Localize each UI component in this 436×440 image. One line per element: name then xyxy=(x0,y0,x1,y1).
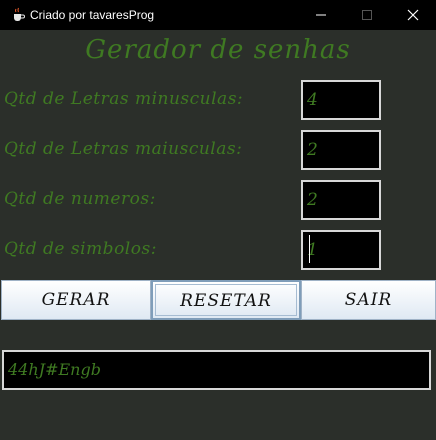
page-title: Gerador de senhas xyxy=(85,35,351,65)
exit-button[interactable]: SAIR xyxy=(301,280,436,320)
numbers-count-input[interactable]: 2 xyxy=(301,180,381,220)
symbols-label: Qtd de simbolos: xyxy=(4,239,157,259)
minimize-icon xyxy=(316,14,326,16)
text-caret xyxy=(309,235,310,263)
lowercase-label: Qtd de Letras minusculas: xyxy=(4,89,244,109)
symbols-count-input[interactable]: 1 xyxy=(301,230,381,270)
reset-button[interactable]: RESETAR xyxy=(151,280,301,320)
generate-button[interactable]: GERAR xyxy=(1,280,151,320)
window-title: Criado por tavaresProg xyxy=(30,8,155,22)
lowercase-count-input[interactable]: 4 xyxy=(301,80,381,120)
close-icon xyxy=(407,9,419,21)
maximize-button[interactable] xyxy=(344,0,390,30)
numbers-label: Qtd de numeros: xyxy=(4,189,156,209)
uppercase-label: Qtd de Letras maiusculas: xyxy=(4,139,243,159)
close-button[interactable] xyxy=(390,0,436,30)
reset-button-label: RESETAR xyxy=(180,291,272,311)
uppercase-count-input[interactable]: 2 xyxy=(301,130,381,170)
password-output-field[interactable]: 44hJ#Engb xyxy=(2,350,431,390)
java-cup-icon xyxy=(10,7,26,23)
title-bar: Criado por tavaresProg xyxy=(0,0,436,30)
minimize-button[interactable] xyxy=(298,0,344,30)
maximize-icon xyxy=(362,10,372,20)
